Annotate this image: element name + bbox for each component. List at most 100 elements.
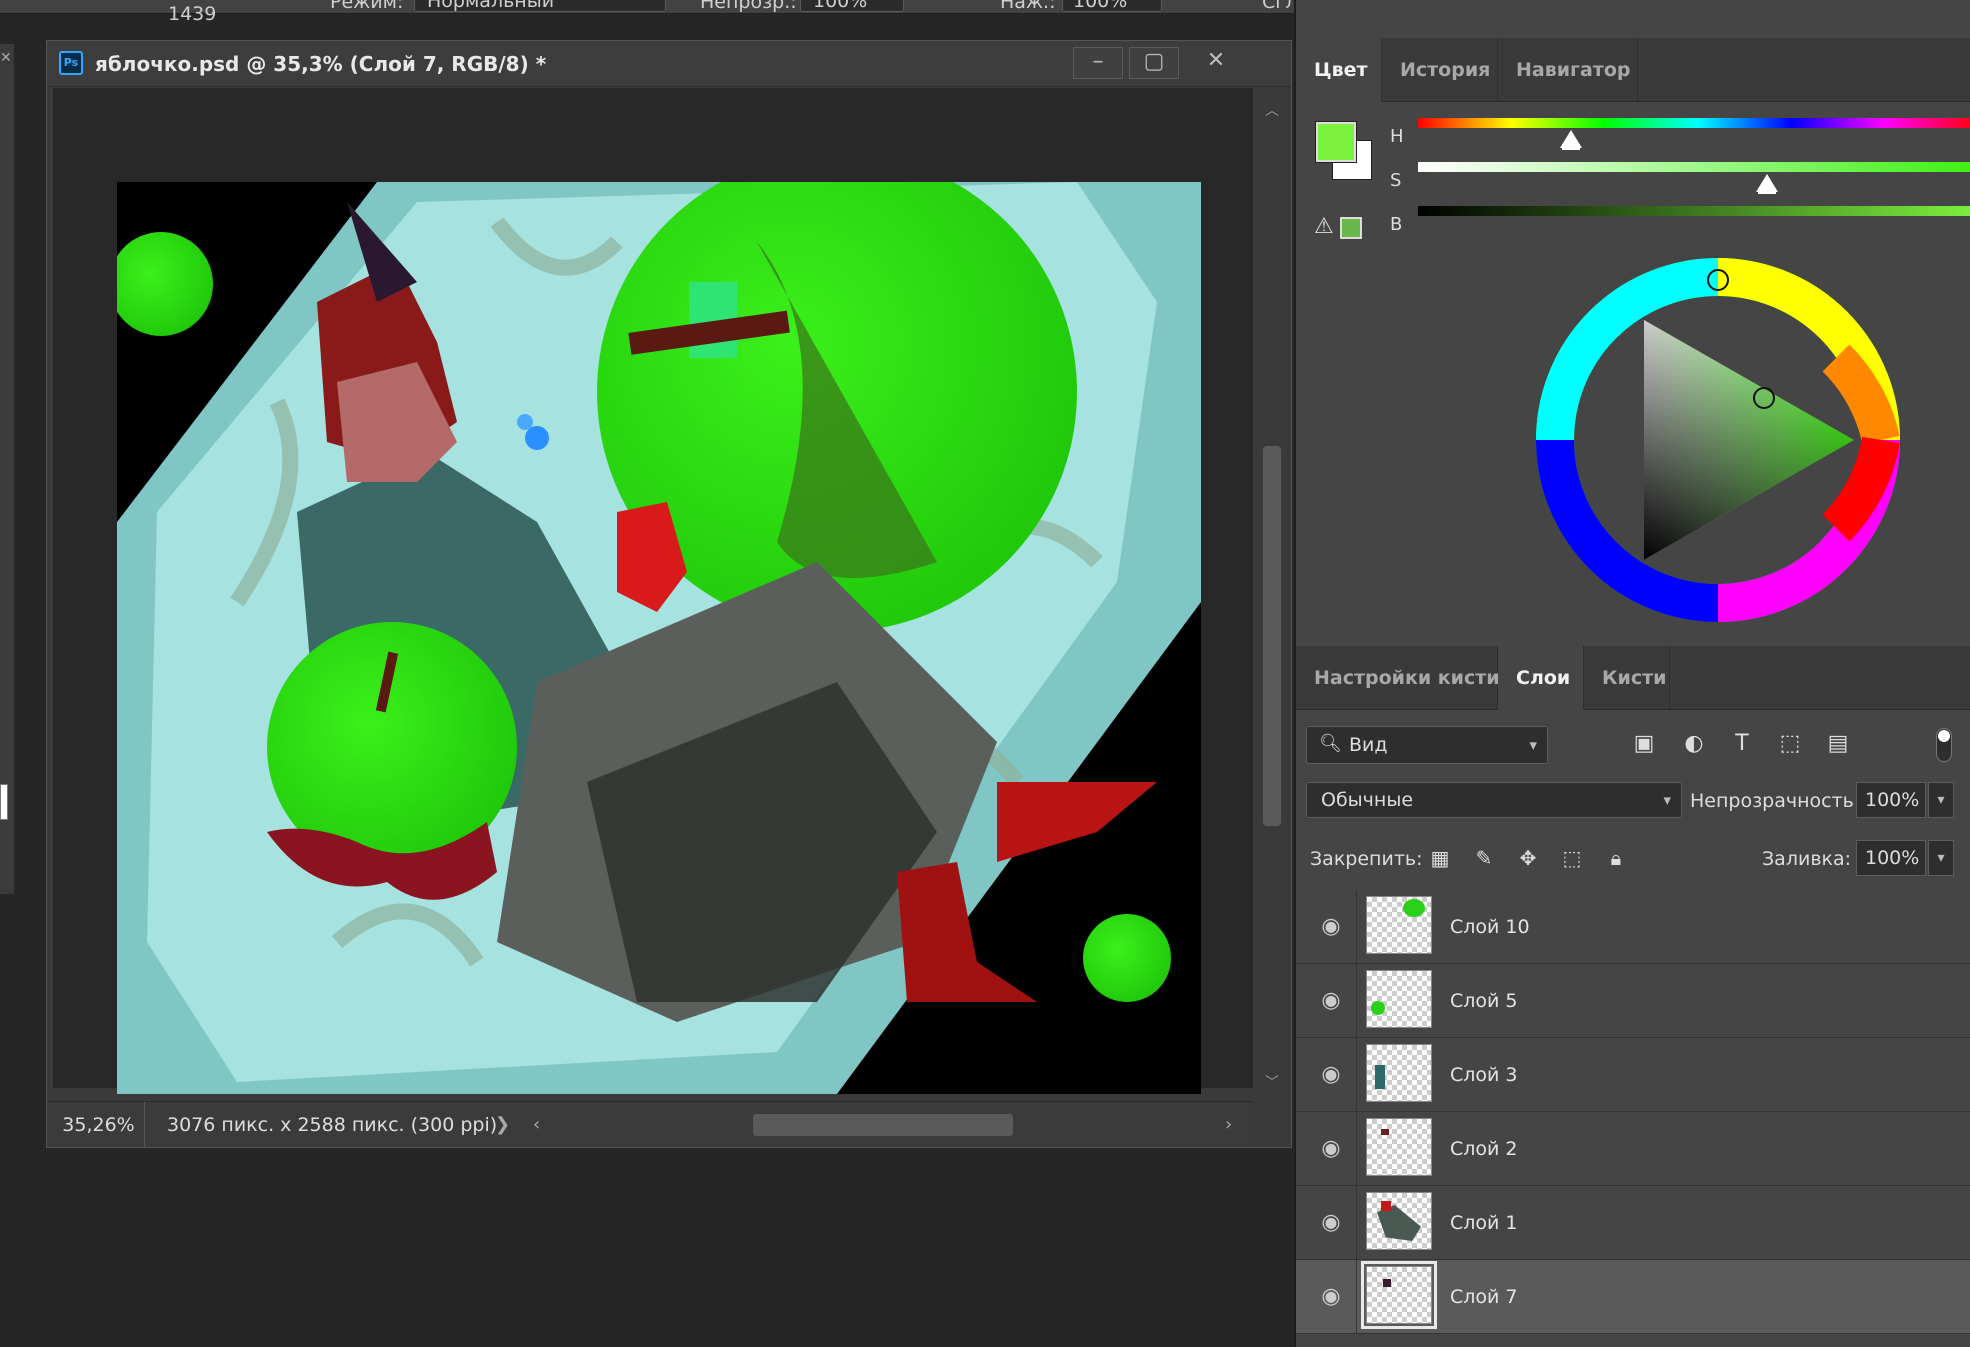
pressure-field[interactable]: 100% <box>1062 0 1162 12</box>
saturation-slider[interactable] <box>1418 162 1970 172</box>
fill-dropdown[interactable]: ▾ <box>1928 840 1954 876</box>
layer-thumbnail <box>1366 970 1432 1028</box>
artwork-illustration <box>117 182 1201 1094</box>
eye-icon[interactable]: ◉ <box>1316 1282 1346 1312</box>
close-icon[interactable]: ✕ <box>0 50 12 66</box>
right-panel-dock: Цвет История Навигатор ⚠ H S B Настройки… <box>1294 0 1970 1347</box>
tab-color[interactable]: Цвет <box>1296 38 1382 102</box>
type-filter-icon[interactable]: T <box>1728 730 1756 758</box>
mode-select[interactable]: Нормальный <box>414 0 666 12</box>
tab-brush-settings[interactable]: Настройки кисти <box>1296 646 1500 710</box>
document-info: 3076 пикс. x 2588 пикс. (300 ppi) <box>167 1114 498 1136</box>
tab-layers[interactable]: Слои <box>1498 646 1584 710</box>
scroll-right-arrow-icon[interactable]: › <box>1225 1102 1232 1148</box>
layer-filter-select[interactable]: 🔍︎ Вид ▾ <box>1306 726 1548 764</box>
adjustment-filter-icon[interactable]: ◐ <box>1680 730 1708 758</box>
horizontal-scroll-thumb[interactable] <box>753 1114 1013 1136</box>
zoom-field[interactable]: 35,26% <box>53 1102 145 1148</box>
layer-row[interactable]: ◉ Слой 7 <box>1296 1260 1970 1334</box>
opacity-option-field[interactable]: 100% <box>800 0 904 12</box>
layer-opacity-label: Непрозрачность: <box>1690 790 1861 812</box>
layer-row[interactable]: ◉ Слой 2 <box>1296 1112 1970 1186</box>
layer-row[interactable]: ◉ Слой 1 <box>1296 1186 1970 1260</box>
maximize-button[interactable]: ▢ <box>1129 47 1179 79</box>
layer-name[interactable]: Слой 2 <box>1450 1112 1518 1186</box>
opacity-option-label: Непрозр.: <box>700 0 797 13</box>
search-icon: 🔍︎ <box>1319 733 1342 754</box>
brightness-label: B <box>1390 214 1403 235</box>
canvas-area[interactable] <box>53 88 1253 1094</box>
fill-field[interactable]: 100% <box>1856 840 1926 876</box>
saturation-label: S <box>1390 170 1402 191</box>
document-window: Ps яблочко.psd @ 35,3% (Слой 7, RGB/8) *… <box>46 40 1292 1148</box>
minimize-button[interactable]: – <box>1073 47 1123 79</box>
layer-thumbnail <box>1366 1044 1432 1102</box>
color-swatch-edge[interactable] <box>0 784 8 820</box>
scroll-down-arrow-icon[interactable]: ﹀ <box>1265 1072 1279 1092</box>
eye-icon[interactable]: ◉ <box>1316 1208 1346 1238</box>
document-titlebar[interactable]: Ps яблочко.psd @ 35,3% (Слой 7, RGB/8) *… <box>47 41 1291 87</box>
artwork-canvas[interactable] <box>117 182 1201 1094</box>
mode-value: Нормальный <box>427 0 555 12</box>
eye-icon[interactable]: ◉ <box>1316 912 1346 942</box>
scroll-up-arrow-icon[interactable]: ︿ <box>1265 100 1279 120</box>
layer-name[interactable]: Слой 5 <box>1450 964 1518 1038</box>
scroll-left-arrow-icon[interactable]: ‹ <box>533 1102 540 1148</box>
shape-filter-icon[interactable]: ⬚ <box>1776 730 1804 758</box>
opacity-option-value: 100% <box>813 0 868 12</box>
color-wheel[interactable] <box>1536 258 1900 622</box>
pressure-label: Наж.: <box>1000 0 1056 13</box>
tab-history[interactable]: История <box>1382 38 1498 102</box>
layer-thumbnail <box>1366 1192 1432 1250</box>
eye-icon[interactable]: ◉ <box>1316 1134 1346 1164</box>
eye-icon[interactable]: ◉ <box>1316 1060 1346 1090</box>
layer-row[interactable]: ◉ Слой 5 <box>1296 964 1970 1038</box>
mode-label: Режим: <box>330 0 404 13</box>
layer-name[interactable]: Слой 7 <box>1450 1260 1518 1334</box>
brightness-slider[interactable] <box>1418 206 1970 216</box>
layer-thumbnail <box>1366 1118 1432 1176</box>
layer-row[interactable]: ◉ Слой 3 <box>1296 1038 1970 1112</box>
layer-name[interactable]: Слой 10 <box>1450 890 1530 964</box>
blend-mode-value: Обычные <box>1321 789 1414 811</box>
gamut-warning-icon[interactable]: ⚠ <box>1314 214 1334 239</box>
brush-size-value[interactable]: 1439 <box>168 3 216 25</box>
vertical-scrollbar[interactable]: ︿ ﹀ <box>1253 88 1291 1146</box>
lock-pixels-icon[interactable]: ✎ <box>1470 844 1498 872</box>
image-filter-icon[interactable]: ▣ <box>1630 730 1658 758</box>
status-menu-chevron-icon[interactable]: ❯ <box>495 1102 510 1148</box>
layer-name[interactable]: Слой 1 <box>1450 1186 1518 1260</box>
status-bar: 35,26% 3076 пикс. x 2588 пикс. (300 ppi)… <box>47 1101 1253 1148</box>
chevron-down-icon: ▾ <box>1663 791 1671 809</box>
layer-filter-value: Вид <box>1349 734 1388 756</box>
tab-navigator[interactable]: Навигатор <box>1498 38 1638 102</box>
layer-name[interactable]: Слой 3 <box>1450 1038 1518 1112</box>
layer-opacity-field[interactable]: 100% <box>1856 782 1926 818</box>
photoshop-icon: Ps <box>59 51 83 75</box>
lock-transparency-icon[interactable]: ▦ <box>1426 844 1454 872</box>
chevron-down-icon: ▾ <box>1529 736 1537 754</box>
toolbar-edge: ✕ <box>0 44 14 894</box>
saturation-slider-thumb[interactable] <box>1756 174 1778 194</box>
eye-icon[interactable]: ◉ <box>1316 986 1346 1016</box>
color-panel-tabs: Цвет История Навигатор <box>1296 38 1970 102</box>
hue-slider-thumb[interactable] <box>1560 130 1582 150</box>
lock-label: Закрепить: <box>1310 848 1423 870</box>
smart-object-filter-icon[interactable]: ▤ <box>1824 730 1852 758</box>
gamut-color-swatch[interactable] <box>1340 217 1362 239</box>
close-window-button[interactable]: ✕ <box>1191 47 1241 79</box>
foreground-color-swatch-front[interactable] <box>1315 121 1357 163</box>
filter-toggle-switch[interactable] <box>1936 728 1952 762</box>
layer-thumbnail <box>1361 1261 1437 1329</box>
layers-list: ◉ Слой 10 ◉ Слой 5 ◉ Слой 3 ◉ Слой 2 ◉ С… <box>1296 890 1970 1334</box>
lock-position-icon[interactable]: ✥ <box>1514 844 1542 872</box>
blend-mode-select[interactable]: Обычные ▾ <box>1306 782 1682 818</box>
tab-brushes[interactable]: Кисти <box>1584 646 1670 710</box>
layer-opacity-dropdown[interactable]: ▾ <box>1928 782 1954 818</box>
hue-label: H <box>1390 126 1404 147</box>
vertical-scroll-thumb[interactable] <box>1263 446 1281 826</box>
hue-slider[interactable] <box>1418 118 1970 128</box>
lock-artboard-icon[interactable]: ⬚ <box>1558 844 1586 872</box>
lock-all-icon[interactable]: 🔒︎ <box>1602 844 1630 872</box>
layer-row[interactable]: ◉ Слой 10 <box>1296 890 1970 964</box>
